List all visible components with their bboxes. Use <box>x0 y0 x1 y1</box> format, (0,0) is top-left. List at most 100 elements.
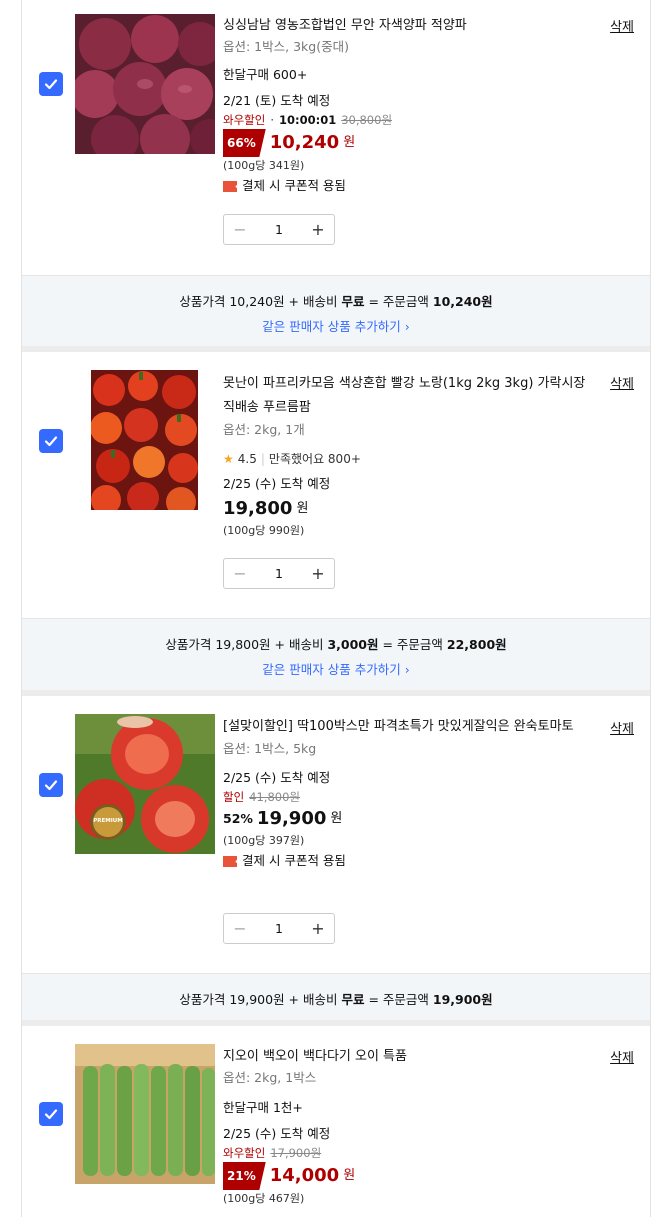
summary-prefix: 상품가격 19,900원 + 배송비 <box>179 992 342 1007</box>
currency-unit: 원 <box>343 135 356 150</box>
discount-percent: 52% <box>223 811 253 826</box>
item-info: 지오이 백오이 백다다기 오이 특품 옵션: 2kg, 1박스 한달구매 1천+… <box>223 1045 593 1208</box>
item-checkbox[interactable] <box>39 429 63 453</box>
cucumber-image <box>75 1044 215 1184</box>
coupon-icon <box>223 180 237 192</box>
summary-prefix: 상품가격 19,800원 + 배송비 <box>165 637 328 652</box>
quantity-value[interactable]: 1 <box>275 566 283 581</box>
unit-price: (100g당 397원) <box>223 834 305 847</box>
check-icon <box>44 436 58 447</box>
product-option: 옵션: 1박스, 5kg <box>223 741 317 756</box>
red-onion-image <box>75 14 215 154</box>
price-row: 19,800 원 <box>223 496 588 522</box>
summary-mid: = 주문금액 <box>364 992 433 1007</box>
summary-line: 상품가격 19,800원 + 배송비 3,000원 = 주문금액 22,800원 <box>22 634 650 653</box>
summary-line: 상품가격 19,900원 + 배송비 무료 = 주문금액 19,900원 <box>22 989 650 1008</box>
item-info: 못난이 파프리카모음 색상혼합 빨강 노랑(1kg 2kg 3kg) 가락시장 … <box>223 372 588 540</box>
original-price: 17,900원 <box>270 1146 322 1160</box>
discount-row: 와우할인 · 10:00:01 30,800원 <box>223 111 593 129</box>
plus-button[interactable]: + <box>308 220 328 239</box>
rating-value: 4.5 <box>237 452 257 466</box>
sale-price: 19,900 <box>256 808 327 829</box>
summary-mid: = 주문금액 <box>364 294 433 309</box>
arrival-date: 2/25 (수) 도착 예정 <box>223 1126 331 1141</box>
item-checkbox[interactable] <box>39 773 63 797</box>
product-option: 옵션: 1박스, 3kg(중대) <box>223 39 349 54</box>
quantity-stepper: − 1 + <box>223 558 335 589</box>
cart-item-tomato: PREMIUM 삭제 [설맞이할인] 딱100박스만 파격초특가 맛있게잘익은 … <box>22 696 650 973</box>
price-row: 21% 14,000 원 <box>223 1162 593 1190</box>
check-icon <box>44 79 58 90</box>
discount-timer: 10:00:01 <box>278 113 337 127</box>
coupon-text: 결제 시 쿠폰적 용됨 <box>242 853 346 868</box>
quantity-value[interactable]: 1 <box>275 921 283 936</box>
product-image[interactable] <box>75 1044 215 1184</box>
product-title[interactable]: 싱싱남남 영농조합법인 무안 자색양파 적양파 <box>223 14 593 37</box>
product-image[interactable]: PREMIUM <box>75 714 215 854</box>
product-title[interactable]: 지오이 백오이 백다다기 오이 특품 <box>223 1045 593 1068</box>
product-title[interactable]: 못난이 파프리카모음 색상혼합 빨강 노랑(1kg 2kg 3kg) 가락시장 … <box>223 372 588 420</box>
cart-item-cucumber: 삭제 지오이 백오이 백다다기 오이 특품 옵션: 2kg, 1박스 한달구매 … <box>22 1026 650 1217</box>
product-option: 옵션: 2kg, 1박스 <box>223 1070 317 1085</box>
quantity-value[interactable]: 1 <box>275 222 283 237</box>
coupon-text: 결제 시 쿠폰적 용됨 <box>242 178 346 193</box>
original-price: 41,800원 <box>249 790 300 804</box>
check-icon <box>44 780 58 791</box>
monthly-purchase: 한달구매 600+ <box>223 67 308 82</box>
sale-price: 14,000 <box>269 1165 340 1186</box>
discount-row: 할인 41,800원 <box>223 788 588 806</box>
order-total: 10,240원 <box>432 294 493 309</box>
plus-button[interactable]: + <box>308 919 328 938</box>
delete-button[interactable]: 삭제 <box>610 373 634 392</box>
cart-item-onion: 삭제 싱싱남남 영농조합법인 무안 자색양파 적양파 옵션: 1박스, 3kg(… <box>22 0 650 275</box>
paprika-image <box>91 370 198 510</box>
delete-button[interactable]: 삭제 <box>610 16 634 35</box>
currency-unit: 원 <box>296 501 309 516</box>
currency-unit: 원 <box>330 811 343 826</box>
arrival-date: 2/25 (수) 도착 예정 <box>223 476 331 491</box>
monthly-purchase: 한달구매 1천+ <box>223 1100 303 1115</box>
item-info: 싱싱남남 영농조합법인 무안 자색양파 적양파 옵션: 1박스, 3kg(중대)… <box>223 14 593 197</box>
premium-badge: PREMIUM <box>93 818 123 824</box>
tomato-image <box>75 714 215 854</box>
original-price: 30,800원 <box>341 113 393 127</box>
minus-button[interactable]: − <box>230 919 250 938</box>
product-image[interactable] <box>75 14 215 154</box>
item-info: [설맞이할인] 딱100박스만 파격초특가 맛있게잘익은 완숙토마토 옵션: 1… <box>223 715 588 872</box>
summary-line: 상품가격 10,240원 + 배송비 무료 = 주문금액 10,240원 <box>22 291 650 310</box>
discount-label: 와우할인 <box>223 1146 266 1160</box>
summary-mid: = 주문금액 <box>378 637 447 652</box>
minus-button[interactable]: − <box>230 220 250 239</box>
cart-item-paprika: 삭제 못난이 파프리카모음 색상혼합 빨강 노랑(1kg 2kg 3kg) 가락… <box>22 352 650 618</box>
item-checkbox[interactable] <box>39 1102 63 1126</box>
order-total: 19,900원 <box>432 992 493 1007</box>
coupon-icon <box>223 855 237 867</box>
currency-unit: 원 <box>343 1168 356 1183</box>
quantity-stepper: − 1 + <box>223 913 335 944</box>
order-summary: 상품가격 10,240원 + 배송비 무료 = 주문금액 10,240원 같은 … <box>22 276 650 346</box>
item-checkbox[interactable] <box>39 72 63 96</box>
price-row: 66% 10,240 원 <box>223 129 593 157</box>
unit-price: (100g당 990원) <box>223 524 305 537</box>
review-summary: 만족했어요 800+ <box>268 452 361 466</box>
sale-price: 10,240 <box>269 132 340 153</box>
price-row: 52% 19,900 원 <box>223 806 588 832</box>
product-image[interactable] <box>91 370 198 510</box>
order-summary: 상품가격 19,900원 + 배송비 무료 = 주문금액 19,900원 <box>22 974 650 1020</box>
minus-button[interactable]: − <box>230 564 250 583</box>
price: 19,800 <box>223 498 293 519</box>
discount-percent-badge: 66% <box>223 129 266 157</box>
plus-button[interactable]: + <box>308 564 328 583</box>
discount-percent-badge: 21% <box>223 1162 266 1190</box>
shipping-fee: 3,000원 <box>327 637 379 652</box>
rating-row: ★ 4.5 | 만족했어요 800+ <box>223 448 588 470</box>
product-title[interactable]: [설맞이할인] 딱100박스만 파격초특가 맛있게잘익은 완숙토마토 <box>223 715 588 739</box>
dot-separator: · <box>270 113 274 127</box>
add-same-seller-link[interactable]: 같은 판매자 상품 추가하기 › <box>22 316 650 335</box>
arrival-date: 2/21 (토) 도착 예정 <box>223 93 331 108</box>
delete-button[interactable]: 삭제 <box>610 718 634 737</box>
coupon-notice: 결제 시 쿠폰적 용됨 <box>223 850 588 872</box>
add-same-seller-link[interactable]: 같은 판매자 상품 추가하기 › <box>22 659 650 678</box>
shipping-fee: 무료 <box>341 294 365 309</box>
delete-button[interactable]: 삭제 <box>610 1047 634 1066</box>
